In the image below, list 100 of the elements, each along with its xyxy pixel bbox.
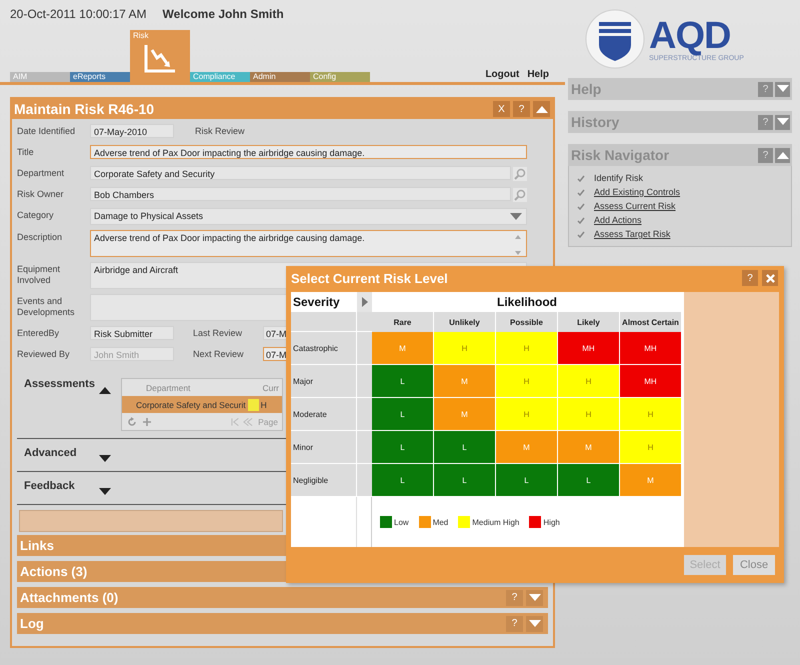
risk-cell[interactable]: M: [558, 431, 620, 464]
expand-arrow-icon[interactable]: [99, 455, 111, 463]
expand-button[interactable]: [526, 590, 543, 606]
field-label: Title: [17, 146, 35, 158]
nav-tab[interactable]: Config: [310, 72, 370, 82]
risk-cell[interactable]: L: [372, 398, 434, 431]
dialog-title: Select Current Risk Level: [291, 270, 448, 286]
help-button[interactable]: ?: [758, 114, 773, 130]
expand-arrow-icon[interactable]: [99, 488, 111, 496]
date-time: 20-Oct-2011 10:00:17 AM: [10, 7, 147, 21]
risk-cell[interactable]: M: [434, 365, 496, 398]
date-field[interactable]: 07-May-2010: [90, 124, 174, 138]
description-field[interactable]: Adverse trend of Pax Door impacting the airbridge causing damage.: [90, 230, 527, 257]
help-button[interactable]: ?: [506, 590, 523, 606]
collapse-button[interactable]: [533, 101, 550, 117]
field-label: Events and Developments: [17, 295, 76, 318]
help-button[interactable]: ?: [513, 101, 530, 117]
help-button[interactable]: ?: [506, 616, 523, 632]
table-cell: H: [260, 400, 267, 410]
nav-tab[interactable]: Compliance: [190, 72, 250, 82]
section-title: Actions (3): [20, 564, 88, 579]
search-icon[interactable]: [513, 167, 527, 181]
collapse-button[interactable]: [775, 148, 790, 162]
nav-tab[interactable]: Admin: [250, 72, 310, 82]
sidebar-panel-header[interactable]: Help ?: [568, 78, 792, 100]
legend-label: High: [543, 518, 560, 526]
pager-label: Page: [258, 416, 279, 426]
risk-cell[interactable]: H: [434, 332, 496, 365]
expand-button[interactable]: [526, 616, 543, 632]
risk-cell[interactable]: H: [496, 365, 558, 398]
navigator-link[interactable]: Assess Target Risk: [594, 229, 670, 239]
section-header[interactable]: Attachments (0) ?: [17, 587, 548, 608]
risk-cell[interactable]: H: [496, 398, 558, 431]
text-field[interactable]: Adverse trend of Pax Door impacting the airbridge causing damage.: [90, 145, 527, 159]
field-label: Risk Owner: [17, 188, 65, 200]
search-icon[interactable]: [513, 188, 527, 202]
column-header: Severity: [292, 294, 341, 311]
risk-cell[interactable]: L: [496, 464, 558, 497]
nav-tab[interactable]: Risk: [130, 30, 190, 82]
row-header: Moderate: [291, 398, 356, 431]
lookup-field[interactable]: Corporate Safety and Security: [90, 166, 511, 180]
risk-cell[interactable]: H: [620, 398, 682, 431]
table-cell: [356, 398, 372, 431]
section-header[interactable]: Log ?: [17, 613, 548, 634]
risk-cell[interactable]: L: [434, 431, 496, 464]
table-cell: [356, 431, 372, 464]
risk-cell[interactable]: L: [558, 464, 620, 497]
column-header: Curr: [262, 382, 280, 392]
section-title: Links: [20, 538, 54, 553]
legend-label: Med: [432, 518, 448, 526]
expand-arrow-icon: [528, 620, 540, 628]
navigator-link[interactable]: Add Existing Controls: [594, 187, 680, 197]
sidebar-panel-header[interactable]: Risk Navigator ?: [568, 144, 792, 166]
shield-logo-icon: [585, 9, 645, 69]
help-button[interactable]: ?: [758, 82, 773, 96]
panel-title: Maintain Risk R46-10: [14, 101, 154, 117]
risk-cell[interactable]: M: [496, 431, 558, 464]
expand-button[interactable]: [775, 114, 790, 130]
risk-cell[interactable]: M: [434, 398, 496, 431]
risk-cell[interactable]: H: [558, 365, 620, 398]
risk-cell[interactable]: H: [558, 398, 620, 431]
refresh-icon[interactable]: [127, 416, 137, 426]
nav-tab[interactable]: eReports: [70, 72, 130, 82]
risk-cell[interactable]: H: [620, 431, 682, 464]
sidebar-panel-header[interactable]: History ?: [568, 111, 792, 133]
header-link[interactable]: Help: [527, 69, 549, 80]
row-header: Major: [291, 365, 356, 398]
risk-cell[interactable]: L: [434, 464, 496, 497]
grid-row[interactable]: Corporate Safety and Securit H: [122, 396, 282, 413]
dialog-button[interactable]: Close: [733, 555, 775, 575]
x-button[interactable]: X: [493, 101, 510, 117]
risk-cell[interactable]: M: [372, 332, 434, 365]
risk-cell[interactable]: L: [372, 464, 434, 497]
navigator-link[interactable]: Assess Current Risk: [594, 201, 676, 211]
help-button[interactable]: ?: [742, 270, 758, 286]
field-label: Description: [17, 231, 64, 243]
risk-cell[interactable]: MH: [558, 332, 620, 365]
expand-button[interactable]: [775, 82, 790, 96]
close-button[interactable]: [762, 270, 778, 286]
column-header: Department: [146, 382, 190, 392]
nav-tab[interactable]: AIM: [10, 72, 70, 82]
risk-cell[interactable]: L: [372, 431, 434, 464]
help-button[interactable]: ?: [758, 148, 773, 162]
risk-cell[interactable]: H: [496, 332, 558, 365]
risk-cell[interactable]: L: [372, 365, 434, 398]
expand-arrow-icon: [776, 118, 788, 126]
lookup-field[interactable]: Bob Chambers: [90, 187, 511, 201]
add-icon[interactable]: [142, 416, 152, 426]
section-label: Assessments: [24, 378, 96, 390]
risk-cell[interactable]: MH: [620, 332, 682, 365]
header-link[interactable]: Logout: [485, 69, 520, 80]
navigator-link[interactable]: Add Actions: [594, 215, 642, 225]
text-field[interactable]: Risk Submitter: [90, 326, 174, 340]
logo-name: AQD: [649, 16, 730, 54]
close-icon: [766, 274, 774, 282]
collapse-arrow-icon[interactable]: [99, 386, 111, 394]
category-dropdown[interactable]: Damage to Physical Assets: [90, 208, 527, 225]
risk-cell[interactable]: MH: [620, 365, 682, 398]
column-header: Possible: [496, 312, 558, 332]
risk-cell[interactable]: M: [620, 464, 682, 497]
